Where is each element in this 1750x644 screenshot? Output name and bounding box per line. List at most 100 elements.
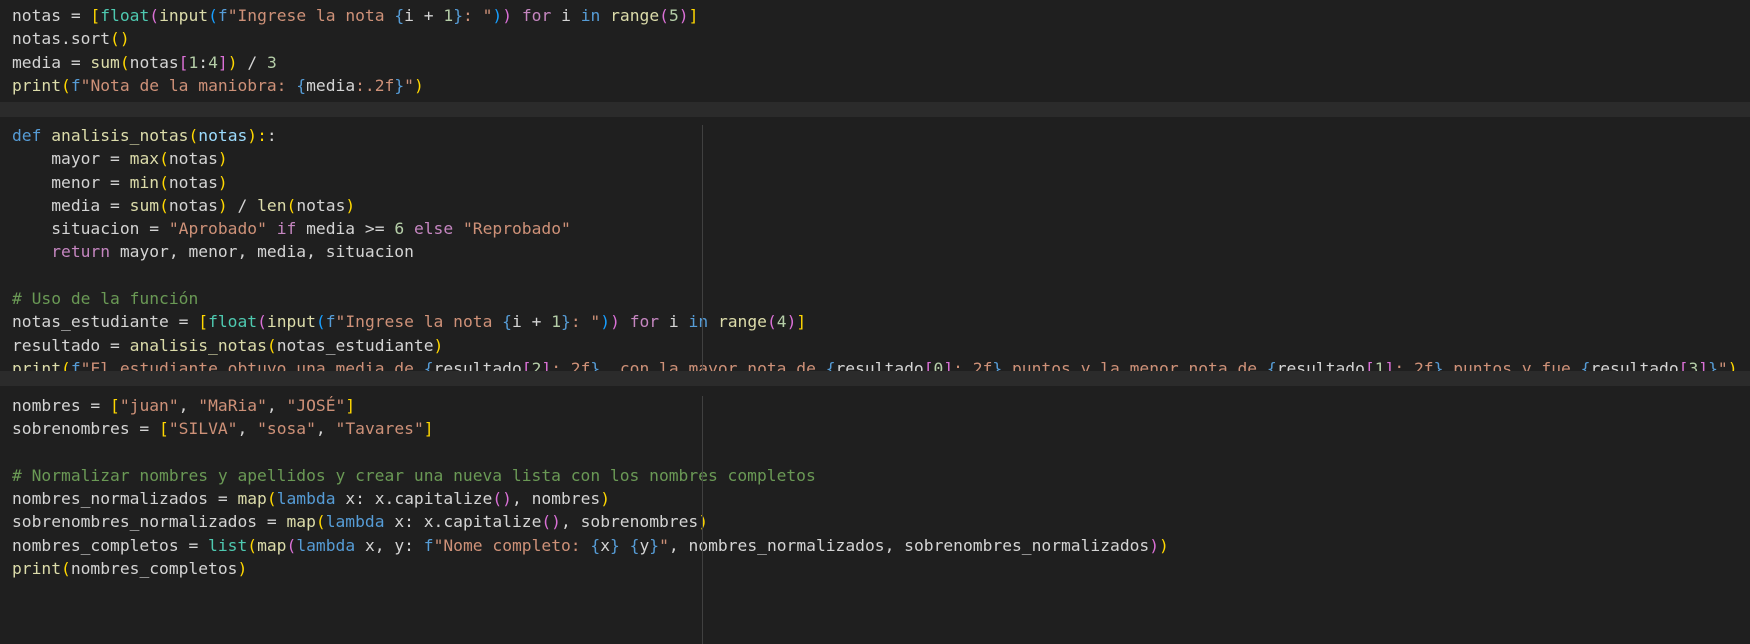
code-token: menor = (12, 172, 130, 192)
code-token: y (639, 535, 650, 555)
code-token: x: x.capitalize (384, 512, 542, 532)
code-line[interactable] (12, 264, 1750, 287)
code-line[interactable]: mayor = max(notas) (12, 147, 1750, 170)
vertical-ruler (702, 396, 703, 644)
code-line[interactable]: nombres = ["juan", "MaRia", "JOSÉ"] (12, 394, 1750, 417)
code-token: { (629, 535, 640, 555)
code-token: "Tavares" (335, 419, 424, 439)
code-token: ( (315, 312, 326, 332)
code-token: i + (511, 312, 552, 332)
code-token: , nombres_normalizados, sobrenombres_nor… (668, 535, 1150, 555)
code-token: , (266, 396, 287, 415)
code-line[interactable]: media = sum(notas) / len(notas) (12, 194, 1750, 217)
cell-code[interactable]: def analisis_notas(notas):: mayor = max(… (12, 124, 1750, 380)
code-token: 1 (551, 312, 562, 332)
code-token: analisis_notas (51, 126, 189, 145)
code-token: , (315, 419, 336, 439)
code-cell-1[interactable]: notas = [float(input(f"Ingrese la nota {… (0, 0, 1750, 102)
code-token: "MaRia" (198, 396, 267, 415)
code-token: ( (61, 559, 71, 579)
code-token: x, y: (355, 535, 424, 555)
code-line[interactable] (12, 441, 1750, 464)
cell-separator (0, 102, 1750, 117)
code-token: : (266, 126, 277, 145)
code-line[interactable]: return mayor, menor, media, situacion (12, 240, 1750, 263)
code-token: } (394, 75, 405, 95)
code-line[interactable]: print(f"Nota de la maniobra: {media:.2f}… (12, 74, 1750, 97)
code-cell-2[interactable]: def analisis_notas(notas):: mayor = max(… (0, 117, 1750, 378)
code-token: ( (208, 6, 218, 25)
code-token: ( (188, 126, 199, 145)
code-line[interactable]: # Uso de la función (12, 287, 1750, 310)
code-token: range (610, 6, 660, 25)
code-line[interactable]: situacion = "Aprobado" if media >= 6 els… (12, 217, 1750, 240)
code-line[interactable]: nombres_completos = list(map(lambda x, y… (12, 534, 1750, 557)
code-token: , (237, 419, 258, 439)
code-token: ( (266, 489, 277, 509)
code-cell-3[interactable]: nombres = ["juan", "MaRia", "JOSÉ"] sobre… (0, 386, 1750, 644)
code-token: } (649, 535, 660, 555)
code-token: resultado = (12, 335, 130, 355)
code-line[interactable]: sobrenombres_normalizados = map(lambda x… (12, 510, 1750, 533)
code-line[interactable]: media = sum(notas[1:4]) / 3 (12, 51, 1750, 74)
code-token: notas.sort (12, 29, 111, 49)
code-token: ] (796, 312, 807, 332)
cell-code[interactable]: notas = [float(input(f"Ingrese la nota {… (12, 4, 1750, 97)
code-line[interactable]: notas_estudiante = [float(input(f"Ingres… (12, 310, 1750, 333)
code-token: print (12, 559, 62, 579)
code-token: for (521, 6, 552, 25)
code-line[interactable]: sobrenombres = ["SILVA", "sosa", "Tavare… (12, 417, 1750, 440)
cell-code[interactable]: nombres = ["juan", "MaRia", "JOSÉ"] sobre… (12, 394, 1750, 580)
code-token: ( (659, 6, 669, 25)
code-line[interactable]: print(nombres_completos) (12, 557, 1750, 580)
code-token: situacion = (12, 219, 169, 239)
code-token: ( (149, 6, 160, 25)
code-line[interactable]: def analisis_notas(notas):: (12, 124, 1750, 147)
code-token: nombres_normalizados = (12, 489, 238, 509)
code-token: ) (237, 559, 248, 579)
code-line[interactable]: notas = [float(input(f"Ingrese la nota {… (12, 4, 1750, 27)
code-line[interactable]: # Normalizar nombres y apellidos y crear… (12, 464, 1750, 487)
code-token: } (561, 312, 571, 332)
code-token: max (129, 149, 160, 169)
code-token: lambda (296, 535, 356, 555)
code-token: notas (168, 149, 218, 169)
code-token: f (217, 6, 228, 25)
code-token: , (178, 396, 199, 415)
code-token: sobrenombres_normalizados = (12, 512, 287, 532)
code-token: "Nota de la maniobra: (80, 75, 297, 95)
code-token: ) (502, 6, 513, 25)
code-token: ] (423, 419, 434, 439)
code-token: :.2f (355, 75, 395, 95)
code-line[interactable]: menor = min(notas) (12, 171, 1750, 194)
code-line[interactable]: notas.sort() (12, 27, 1750, 50)
code-token: } (610, 535, 620, 555)
code-token: map (286, 512, 316, 532)
code-token: input (159, 6, 209, 25)
code-token: x (600, 535, 611, 555)
code-token: () (541, 512, 561, 532)
code-token: ) (698, 512, 709, 532)
code-token: float (100, 6, 150, 25)
code-token: ) (217, 195, 228, 215)
code-token: , sobrenombres (560, 512, 699, 532)
code-token: : " (463, 6, 493, 25)
code-line[interactable]: nombres_normalizados = map(lambda x: x.c… (12, 487, 1750, 510)
code-token: f (423, 535, 434, 555)
code-token: ) (786, 312, 797, 332)
code-token: [ (159, 419, 169, 439)
code-line[interactable]: resultado = analisis_notas(notas_estudia… (12, 334, 1750, 357)
code-token: return (51, 242, 111, 262)
code-token: media >= (296, 219, 395, 239)
code-token: media = (12, 195, 130, 215)
code-token: mayor, menor, media, situacion (110, 242, 414, 262)
code-token: ( (159, 149, 169, 169)
code-token: ( (119, 52, 130, 72)
